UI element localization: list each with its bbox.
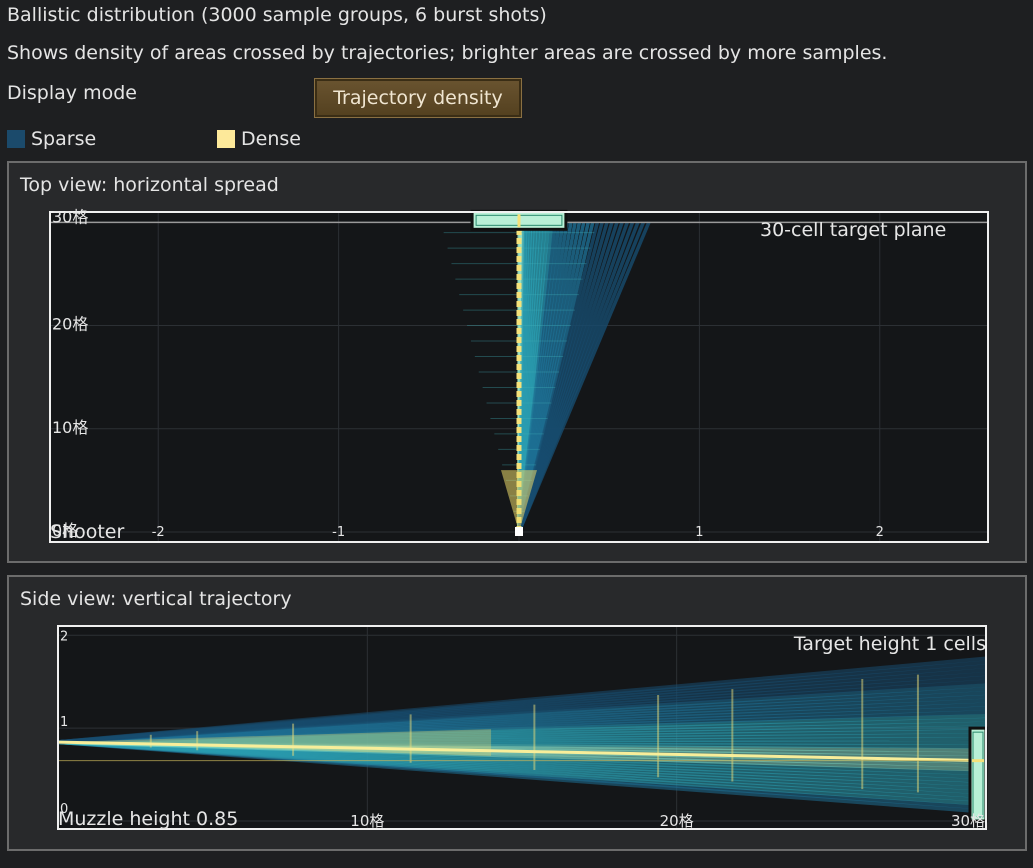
legend-sparse: Sparse <box>7 128 96 150</box>
side-y-tick-label: 2 <box>60 629 68 644</box>
side-target-box <box>968 726 988 823</box>
top-y-tick-label: 10格 <box>52 418 88 437</box>
side-muzzle-label: Muzzle height 0.85 <box>58 808 238 830</box>
top-view-panel: Top view: horizontal spread -2 -1 1 2 0格 10格 2… <box>7 161 1027 563</box>
side-x-tick-label: 30格 <box>951 812 985 830</box>
top-x-tick-label: 2 <box>876 525 884 540</box>
top-x-tick-label: -1 <box>332 525 345 540</box>
side-x-tick-label: 10格 <box>350 812 384 830</box>
side-view-chart: 10格 20格 30格012Muzzle height 0.85Target hei… <box>57 625 988 830</box>
top-view-title: Top view: horizontal spread <box>20 174 279 196</box>
side-target-label: Target height 1 cells <box>793 633 986 655</box>
page-title: Ballistic distribution (3000 sample grou… <box>7 4 547 26</box>
display-mode-label: Display mode <box>7 82 137 104</box>
page-subtitle: Shows density of areas crossed by trajec… <box>7 42 888 64</box>
side-y-tick-label: 1 <box>60 715 68 730</box>
side-x-tick-label: 20格 <box>660 812 694 830</box>
top-shooter-marker <box>515 527 523 536</box>
side-view-panel: Side view: vertical trajectory 10格 20格 30格… <box>7 575 1027 851</box>
top-shooter-label: Shooter <box>50 521 124 543</box>
top-y-tick-label: 20格 <box>52 315 88 334</box>
top-x-tick-label: 1 <box>695 525 703 540</box>
legend-dense-label: Dense <box>241 128 301 150</box>
top-x-tick-label: -2 <box>152 525 165 540</box>
legend-sparse-swatch <box>7 130 25 148</box>
top-view-chart: -2 -1 1 20格10格20格30格Shooter30-cell target p… <box>49 207 989 543</box>
top-target-label: 30-cell target plane <box>760 219 946 241</box>
legend-dense-swatch <box>217 130 235 148</box>
side-view-title: Side view: vertical trajectory <box>20 588 292 610</box>
top-y-tick-label: 30格 <box>52 207 88 226</box>
display-mode-button[interactable]: Trajectory density <box>314 78 522 118</box>
legend-sparse-label: Sparse <box>31 128 97 150</box>
legend-dense: Dense <box>217 128 301 150</box>
